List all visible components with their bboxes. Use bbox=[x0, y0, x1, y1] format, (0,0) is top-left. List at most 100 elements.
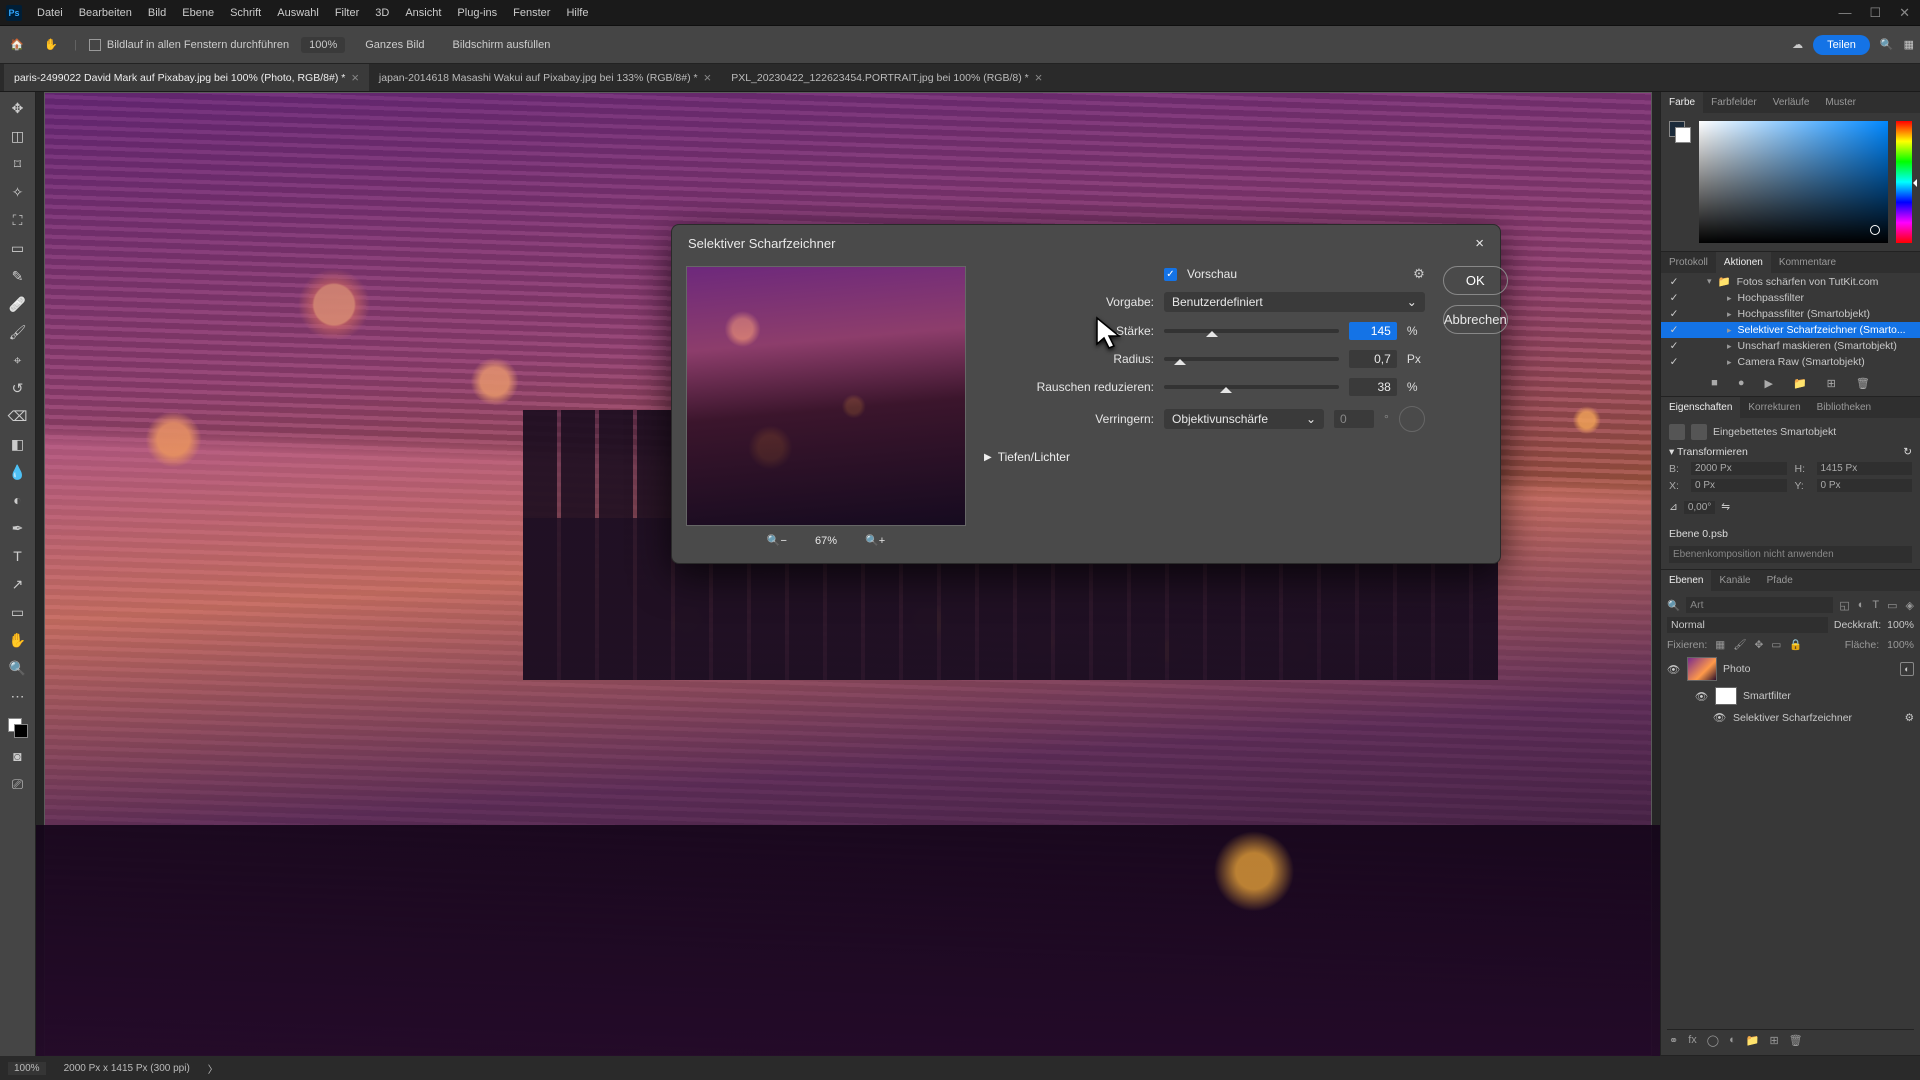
new-set-icon[interactable]: 📁 bbox=[1793, 377, 1807, 390]
crop-tool-icon[interactable]: ⛶ bbox=[6, 210, 30, 230]
menu-file[interactable]: Datei bbox=[30, 4, 70, 22]
shape-tool-icon[interactable]: ▭ bbox=[6, 602, 30, 622]
dodge-tool-icon[interactable]: ◐ bbox=[6, 490, 30, 510]
mask-thumbnail[interactable] bbox=[1715, 687, 1737, 705]
ok-button[interactable]: OK bbox=[1443, 266, 1508, 295]
hand-tool-icon[interactable]: ✋ bbox=[40, 34, 62, 56]
lock-pos-icon[interactable]: ✥ bbox=[1755, 639, 1764, 651]
filter-options-icon[interactable]: ⚙ bbox=[1905, 712, 1914, 724]
quickmask-icon[interactable]: ◙ bbox=[6, 746, 30, 766]
layer-thumbnail[interactable] bbox=[1687, 657, 1717, 681]
new-layer-icon[interactable]: ⊞ bbox=[1769, 1034, 1778, 1047]
trash-icon[interactable]: 🗑 bbox=[1856, 377, 1870, 390]
visibility-icon[interactable]: 👁 bbox=[1695, 690, 1709, 703]
zoom-out-icon[interactable]: 🔍− bbox=[767, 534, 787, 547]
lock-art-icon[interactable]: ▭ bbox=[1771, 639, 1781, 651]
x-value[interactable]: 0 Px bbox=[1691, 479, 1787, 492]
filter-shape-icon[interactable]: ▭ bbox=[1887, 599, 1897, 612]
menu-help[interactable]: Hilfe bbox=[559, 4, 595, 22]
layer-photo[interactable]: 👁 Photo ◐ bbox=[1667, 654, 1914, 684]
tab-ebenen[interactable]: Ebenen bbox=[1661, 570, 1711, 591]
layer-smartfilters[interactable]: 👁 Smartfilter bbox=[1667, 684, 1914, 708]
fx-icon[interactable]: fx bbox=[1688, 1034, 1697, 1047]
opacity-value[interactable]: 100% bbox=[1887, 619, 1914, 631]
path-tool-icon[interactable]: ↗ bbox=[6, 574, 30, 594]
brush-tool-icon[interactable]: 🖌 bbox=[6, 322, 30, 342]
dialog-close-icon[interactable]: × bbox=[1475, 235, 1484, 252]
filter-adjust-icon[interactable]: ◐ bbox=[1858, 599, 1865, 612]
minimize-icon[interactable]: — bbox=[1838, 5, 1851, 21]
cancel-button[interactable]: Abbrechen bbox=[1443, 305, 1508, 334]
transform-section[interactable]: ▾ Transformieren ↻ bbox=[1669, 446, 1912, 458]
dialog-preview[interactable] bbox=[686, 266, 966, 526]
lock-all-icon[interactable]: 🔒 bbox=[1789, 638, 1802, 651]
layer-filter-dropdown[interactable]: Art bbox=[1686, 597, 1833, 613]
tab-muster[interactable]: Muster bbox=[1817, 92, 1864, 113]
tab-pxl[interactable]: PXL_20230422_122623454.PORTRAIT.jpg bei … bbox=[721, 64, 1052, 91]
stamp-tool-icon[interactable]: ⌖ bbox=[6, 350, 30, 370]
shadows-highlights-toggle[interactable]: ▶Tiefen/Lichter bbox=[984, 450, 1425, 464]
filter-type-icon[interactable]: T bbox=[1872, 599, 1879, 612]
menu-layer[interactable]: Ebene bbox=[175, 4, 221, 22]
lock-pixel-icon[interactable]: 🖌 bbox=[1733, 638, 1746, 651]
menu-window[interactable]: Fenster bbox=[506, 4, 557, 22]
menu-filter[interactable]: Filter bbox=[328, 4, 366, 22]
tab-paris[interactable]: paris-2499022 David Mark auf Pixabay.jpg… bbox=[4, 64, 369, 91]
tab-farbfelder[interactable]: Farbfelder bbox=[1703, 92, 1765, 113]
hand-tool-icon[interactable]: ✋ bbox=[6, 630, 30, 650]
preview-checkbox[interactable]: ✓ bbox=[1164, 268, 1177, 281]
tab-protokoll[interactable]: Protokoll bbox=[1661, 252, 1716, 273]
angle-dial[interactable] bbox=[1399, 406, 1425, 432]
visibility-icon[interactable]: 👁 bbox=[1713, 711, 1727, 724]
angle-value[interactable]: 0,00° bbox=[1684, 501, 1715, 514]
pen-tool-icon[interactable]: ✒ bbox=[6, 518, 30, 538]
action-item[interactable]: ✓▸Hochpassfilter bbox=[1661, 290, 1920, 306]
tab-farbe[interactable]: Farbe bbox=[1661, 92, 1703, 113]
type-tool-icon[interactable]: T bbox=[6, 546, 30, 566]
play-icon[interactable]: ▶ bbox=[1764, 377, 1772, 390]
menu-edit[interactable]: Bearbeiten bbox=[72, 4, 139, 22]
height-value[interactable]: 1415 Px bbox=[1817, 462, 1913, 475]
layer-comp-input[interactable]: Ebenenkomposition nicht anwenden bbox=[1669, 546, 1912, 563]
action-item[interactable]: ✓▸Unscharf maskieren (Smartobjekt) bbox=[1661, 338, 1920, 354]
lock-trans-icon[interactable]: ▦ bbox=[1715, 639, 1725, 651]
blend-mode-dropdown[interactable]: Normal bbox=[1667, 617, 1828, 633]
noise-slider[interactable] bbox=[1164, 385, 1339, 389]
adjust-icon[interactable]: ◐ bbox=[1729, 1034, 1736, 1047]
tab-bibliotheken[interactable]: Bibliotheken bbox=[1809, 397, 1879, 418]
heal-tool-icon[interactable]: 🩹 bbox=[6, 294, 30, 314]
eyedropper-tool-icon[interactable]: ✎ bbox=[6, 266, 30, 286]
filter-pixel-icon[interactable]: ◱ bbox=[1839, 599, 1849, 612]
share-button[interactable]: Teilen bbox=[1813, 35, 1870, 55]
status-zoom[interactable]: 100% bbox=[8, 1062, 46, 1075]
zoom-in-icon[interactable]: 🔍+ bbox=[865, 534, 885, 547]
more-tools-icon[interactable]: ⋯ bbox=[6, 686, 30, 706]
scroll-all-checkbox[interactable]: Bildlauf in allen Fenstern durchführen bbox=[89, 39, 289, 51]
frame-tool-icon[interactable]: ▭ bbox=[6, 238, 30, 258]
reset-icon[interactable]: ↻ bbox=[1903, 446, 1912, 458]
home-icon[interactable]: 🏠 bbox=[6, 34, 28, 56]
trash-icon[interactable]: 🗑 bbox=[1789, 1034, 1803, 1047]
new-action-icon[interactable]: ⊞ bbox=[1827, 377, 1836, 390]
tab-kommentare[interactable]: Kommentare bbox=[1771, 252, 1844, 273]
menu-plugins[interactable]: Plug-ins bbox=[450, 4, 504, 22]
menu-select[interactable]: Auswahl bbox=[270, 4, 326, 22]
remove-dropdown[interactable]: Objektivunschärfe⌄ bbox=[1164, 409, 1324, 429]
eraser-tool-icon[interactable]: ⌫ bbox=[6, 406, 30, 426]
stop-icon[interactable]: ■ bbox=[1711, 377, 1718, 389]
gradient-tool-icon[interactable]: ◧ bbox=[6, 434, 30, 454]
tab-kanale[interactable]: Kanäle bbox=[1711, 570, 1758, 591]
fill-value[interactable]: 100% bbox=[1887, 639, 1914, 651]
menu-3d[interactable]: 3D bbox=[368, 4, 396, 22]
lasso-tool-icon[interactable]: ⌑ bbox=[6, 154, 30, 174]
tab-pfade[interactable]: Pfade bbox=[1759, 570, 1801, 591]
link-icon[interactable]: ⚭ bbox=[1669, 1034, 1678, 1047]
menu-type[interactable]: Schrift bbox=[223, 4, 268, 22]
flip-h-icon[interactable]: ⇋ bbox=[1721, 501, 1730, 513]
action-item[interactable]: ✓▸Hochpassfilter (Smartobjekt) bbox=[1661, 306, 1920, 322]
preset-dropdown[interactable]: Benutzerdefiniert⌄ bbox=[1164, 292, 1425, 312]
record-icon[interactable]: ● bbox=[1738, 377, 1745, 389]
history-brush-icon[interactable]: ↺ bbox=[6, 378, 30, 398]
visibility-icon[interactable]: 👁 bbox=[1667, 663, 1681, 676]
radius-input[interactable]: 0,7 bbox=[1349, 350, 1397, 368]
